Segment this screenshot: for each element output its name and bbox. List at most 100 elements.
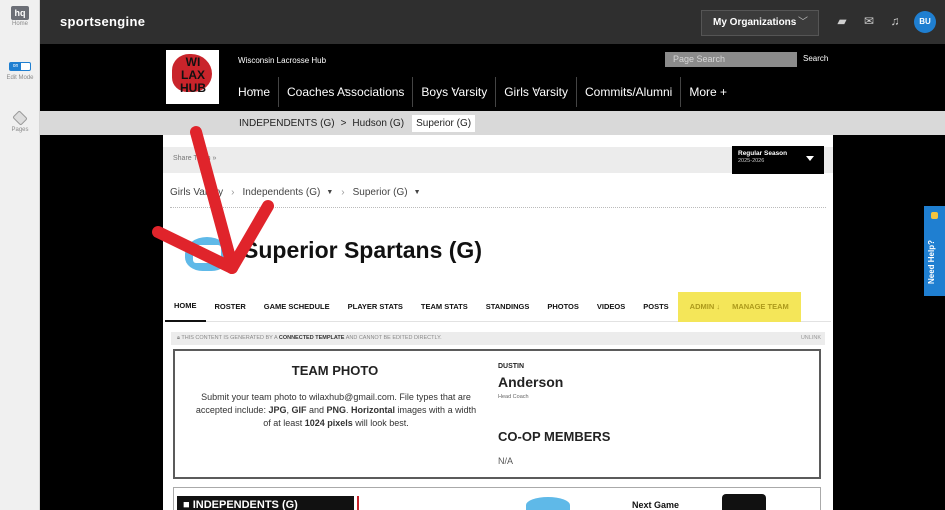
app-root: hq Home on Edit Mode Pages sportsengine … bbox=[0, 0, 945, 510]
breadcrumb-independents[interactable]: INDEPENDENTS (G) bbox=[239, 118, 335, 129]
rail-edit-mode[interactable]: on Edit Mode bbox=[0, 62, 40, 81]
chevron-right-icon: › bbox=[231, 186, 235, 198]
brand-logo[interactable]: sportsengine bbox=[60, 14, 145, 29]
team-content-box: TEAM PHOTO Submit your team photo to wil… bbox=[173, 349, 821, 479]
edit-mode-toggle[interactable]: on bbox=[9, 62, 31, 71]
tab-team-stats[interactable]: TEAM STATS bbox=[412, 292, 477, 322]
tab-standings[interactable]: STANDINGS bbox=[477, 292, 539, 322]
caret-down-icon: ▾ bbox=[534, 88, 538, 94]
photo-gif: GIF bbox=[291, 405, 307, 415]
photo-line3a: of at least bbox=[263, 418, 305, 428]
flag-icon: ■ bbox=[183, 499, 193, 510]
hq-icon: hq bbox=[11, 6, 29, 20]
notice-prefix: THIS CONTENT IS GENERATED BY A bbox=[181, 335, 278, 341]
chevron-down-icon: ﹀ bbox=[798, 17, 808, 28]
photo-line1: Submit your team photo to wilaxhub@gmail… bbox=[201, 392, 471, 402]
left-rail: hq Home on Edit Mode Pages bbox=[0, 0, 40, 510]
need-help-label: Need Help? bbox=[927, 239, 936, 284]
nav-commits-alumni[interactable]: Commits/Alumni ▾ bbox=[577, 77, 682, 107]
team-tabs: HOME ROSTER GAME SCHEDULE PLAYER STATS T… bbox=[165, 291, 831, 322]
tab-posts[interactable]: POSTS bbox=[634, 292, 677, 322]
hand-icon bbox=[931, 212, 938, 219]
admin-tabs: ADMIN ↓ MANAGE TEAM bbox=[677, 291, 801, 322]
breadcrumb: INDEPENDENTS (G) > Hudson (G) Superior (… bbox=[40, 111, 945, 135]
logo-text: WI LAX HUB bbox=[180, 55, 206, 95]
photo-horizontal: Horizontal bbox=[351, 405, 396, 415]
tab-videos[interactable]: VIDEOS bbox=[588, 292, 634, 322]
photo-line2b: images with a width bbox=[395, 405, 477, 415]
crest-inner bbox=[193, 245, 221, 263]
nav-home[interactable]: Home ▾ bbox=[230, 77, 280, 107]
share-link[interactable]: Share Team » bbox=[173, 155, 216, 162]
nav-more-label: More + bbox=[689, 85, 728, 99]
divider bbox=[357, 496, 359, 510]
nav-girls-varsity[interactable]: Girls Varsity ▾ bbox=[496, 77, 577, 107]
site-title[interactable]: Wisconsin Lacrosse Hub bbox=[238, 56, 326, 65]
triangle-down-icon bbox=[806, 156, 814, 161]
team-nav: Girls Varsity › Independents (G) ▼ › Sup… bbox=[170, 185, 421, 199]
team-crest-small bbox=[526, 497, 570, 510]
tab-player-stats[interactable]: PLAYER STATS bbox=[339, 292, 412, 322]
page-search-button[interactable]: Search bbox=[803, 54, 828, 63]
tab-manage-team[interactable]: MANAGE TEAM bbox=[726, 292, 795, 322]
breadcrumb-superior[interactable]: Superior (G) bbox=[412, 114, 476, 132]
avatar[interactable]: BU bbox=[914, 11, 936, 33]
site-header: WI LAX HUB Wisconsin Lacrosse Hub Page S… bbox=[40, 44, 945, 111]
opponent-logo bbox=[722, 494, 766, 510]
my-organizations-dropdown[interactable]: My Organizations ﹀ bbox=[701, 10, 819, 36]
tab-roster[interactable]: ROSTER bbox=[206, 292, 255, 322]
bell-icon[interactable]: ♫ bbox=[888, 14, 902, 28]
site-logo[interactable]: WI LAX HUB bbox=[166, 50, 219, 104]
teamnav-superior[interactable]: Superior (G) bbox=[353, 187, 408, 198]
coop-value: N/A bbox=[498, 456, 514, 466]
photo-line2a: accepted include: bbox=[195, 405, 269, 415]
unlink-button[interactable]: UNLINK bbox=[801, 332, 821, 345]
chat-icon[interactable]: ▰ bbox=[835, 14, 849, 28]
triangle-down-icon[interactable]: ▼ bbox=[326, 189, 333, 196]
chevron-right-icon: › bbox=[341, 186, 345, 198]
banner-label: INDEPENDENTS (G) bbox=[192, 499, 298, 510]
notice-suffix: AND CANNOT BE EDITED DIRECTLY. bbox=[345, 335, 442, 341]
breadcrumb-separator: > bbox=[340, 117, 347, 129]
caret-down-icon: ▾ bbox=[252, 88, 256, 94]
coop-title: CO-OP MEMBERS bbox=[498, 429, 611, 444]
need-help-button[interactable]: Need Help? bbox=[924, 206, 945, 296]
tab-photos[interactable]: PHOTOS bbox=[538, 292, 588, 322]
my-organizations-label: My Organizations bbox=[713, 17, 797, 28]
coach-first-name: DUSTIN bbox=[498, 363, 525, 370]
mail-icon[interactable]: ✉ bbox=[862, 14, 876, 28]
breadcrumb-items: INDEPENDENTS (G) > Hudson (G) Superior (… bbox=[239, 111, 481, 135]
rail-home[interactable]: hq Home bbox=[0, 6, 40, 27]
tab-home[interactable]: HOME bbox=[165, 292, 206, 322]
top-bar: sportsengine My Organizations ﹀ ▰ ✉ ♫ BU bbox=[40, 0, 945, 44]
teamnav-girls-varsity[interactable]: Girls Varsity bbox=[170, 187, 223, 198]
team-crest bbox=[185, 237, 229, 271]
triangle-down-icon[interactable]: ▼ bbox=[414, 189, 421, 196]
page-search-input[interactable]: Page Search bbox=[665, 52, 797, 67]
main-nav: Home ▾ Coaches Associations ▾ Boys Varsity… bbox=[230, 77, 735, 107]
independents-banner: ■ INDEPENDENTS (G) bbox=[177, 496, 354, 510]
teamnav-independents[interactable]: Independents (G) bbox=[243, 187, 321, 198]
divider bbox=[170, 207, 826, 208]
team-photo-instructions: Submit your team photo to wilaxhub@gmail… bbox=[177, 391, 495, 430]
photo-pixels: 1024 pixels bbox=[304, 418, 353, 428]
team-photo-title: TEAM PHOTO bbox=[291, 363, 379, 378]
nav-boys-varsity[interactable]: Boys Varsity ▾ bbox=[413, 77, 497, 107]
tab-game-schedule[interactable]: GAME SCHEDULE bbox=[255, 292, 339, 322]
photo-line3b: will look best. bbox=[352, 418, 409, 428]
rail-pages-label: Pages bbox=[11, 127, 29, 133]
template-notice: 🔒︎ THIS CONTENT IS GENERATED BY A CONNEC… bbox=[171, 332, 825, 345]
breadcrumb-hudson[interactable]: Hudson (G) bbox=[352, 118, 404, 129]
photo-jpg: JPG bbox=[268, 405, 287, 415]
layers-icon bbox=[12, 110, 28, 126]
nav-coaches-associations[interactable]: Coaches Associations ▾ bbox=[279, 77, 414, 107]
rail-pages[interactable]: Pages bbox=[0, 110, 40, 133]
coach-last-name[interactable]: Anderson bbox=[498, 374, 563, 390]
page-body: Share Team » Regular Season 2025-2026 Gi… bbox=[163, 135, 833, 510]
photo-sep2: and bbox=[306, 405, 327, 415]
nav-more[interactable]: More + bbox=[681, 77, 735, 107]
rail-home-label: Home bbox=[11, 21, 28, 27]
toggle-on-label: on bbox=[10, 63, 21, 70]
season-selector[interactable]: Regular Season 2025-2026 bbox=[732, 146, 824, 174]
tab-admin[interactable]: ADMIN ↓ bbox=[684, 292, 726, 322]
